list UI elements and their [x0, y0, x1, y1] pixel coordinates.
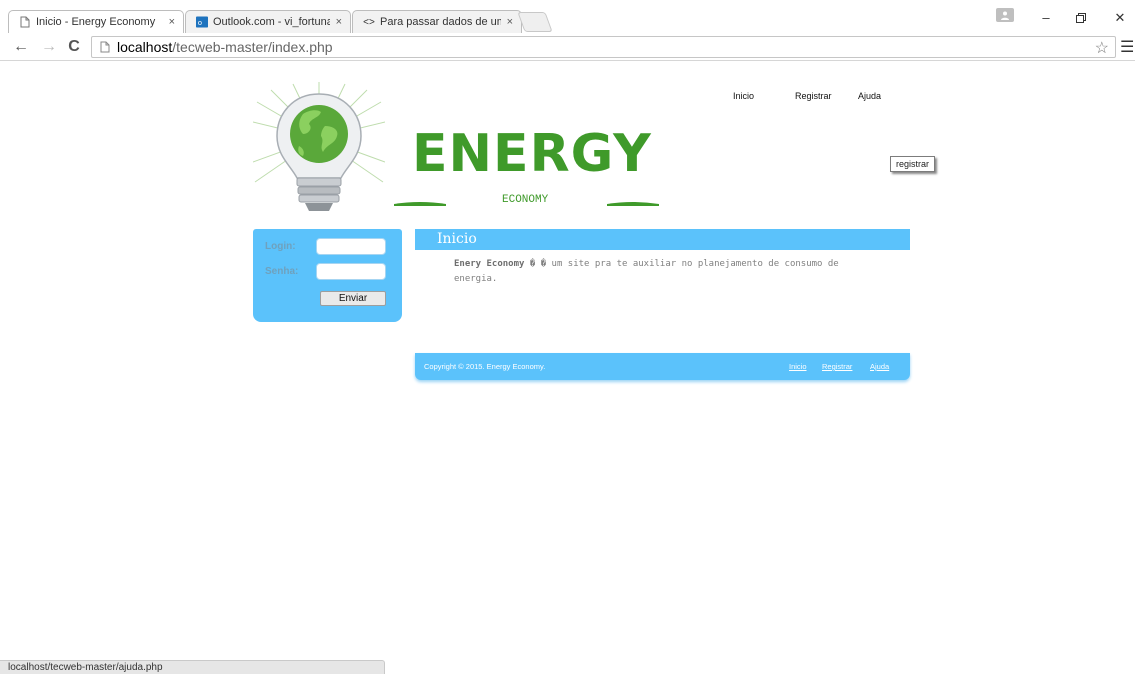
login-input[interactable]	[316, 238, 386, 255]
nav-link-registrar[interactable]: Registrar	[795, 91, 832, 101]
star-icon[interactable]: ☆	[1095, 38, 1109, 58]
page-icon	[98, 40, 112, 54]
copyright-text: Copyright © 2015. Energy Economy.	[424, 362, 546, 371]
url-text: localhost/tecweb-master/index.php	[117, 39, 333, 55]
tab-inicio[interactable]: Inicio - Energy Economy ×	[8, 10, 184, 33]
grass-decoration-right	[607, 202, 659, 206]
footer: Copyright © 2015. Energy Economy. Inicio…	[415, 353, 910, 380]
tab-title: Para passar dados de um	[380, 16, 501, 28]
brand-subtitle: ECONOMY	[502, 194, 549, 206]
address-bar[interactable]: localhost/tecweb-master/index.php ☆	[91, 36, 1116, 58]
password-input[interactable]	[316, 263, 386, 280]
tab-title: Inicio - Energy Economy	[36, 16, 156, 28]
menu-icon[interactable]: ☰	[1120, 37, 1134, 57]
reload-icon[interactable]: C	[65, 37, 83, 57]
browser-toolbar: ← → C localhost/tecweb-master/index.php …	[0, 33, 1135, 61]
login-panel: Login: Senha: Enviar	[253, 229, 402, 322]
user-icon[interactable]	[996, 8, 1014, 22]
nav-link-ajuda[interactable]: Ajuda	[858, 91, 881, 101]
content-header: Inicio	[415, 229, 910, 250]
page-title: Inicio	[437, 231, 477, 247]
tab-close-icon[interactable]: ×	[336, 16, 342, 28]
tab-outlook[interactable]: o Outlook.com - vi_fortunat ×	[185, 10, 351, 33]
nav-link-inicio[interactable]: Inicio	[733, 91, 754, 101]
brand-name-text: Enery Economy	[454, 259, 525, 269]
login-label: Login:	[265, 241, 296, 252]
forward-arrow-icon[interactable]: →	[40, 37, 58, 57]
web-page: ENERGY ECONOMY Inicio Registrar Ajuda re…	[0, 62, 1135, 674]
svg-text:o: o	[198, 18, 202, 27]
outlook-icon: o	[196, 16, 208, 28]
restore-icon[interactable]	[1071, 8, 1091, 28]
tab-strip: Inicio - Energy Economy × o Outlook.com …	[0, 0, 1135, 33]
tab-title: Outlook.com - vi_fortunat	[213, 16, 330, 28]
close-icon[interactable]: ✕	[1110, 8, 1130, 28]
footer-link-ajuda[interactable]: Ajuda	[870, 362, 889, 371]
code-icon: <>	[363, 16, 375, 28]
footer-link-inicio[interactable]: Inicio	[789, 362, 807, 371]
brand-title: ENERGY	[412, 124, 652, 184]
lightbulb-globe-logo	[252, 82, 386, 217]
tab-close-icon[interactable]: ×	[169, 16, 175, 28]
tab-para-passar[interactable]: <> Para passar dados de um ×	[352, 10, 522, 33]
grass-decoration-left	[394, 202, 446, 206]
enviar-button[interactable]: Enviar	[320, 291, 386, 306]
password-label: Senha:	[265, 266, 299, 277]
browser-window: Inicio - Energy Economy × o Outlook.com …	[0, 0, 1135, 674]
minimize-icon[interactable]: –	[1036, 8, 1056, 28]
content-text: Enery Economy � � um site pra te auxilia…	[454, 257, 864, 287]
back-arrow-icon[interactable]: ←	[12, 37, 30, 57]
footer-link-registrar[interactable]: Registrar	[822, 362, 852, 371]
tab-close-icon[interactable]: ×	[507, 16, 513, 28]
status-bar-url: localhost/tecweb-master/ajuda.php	[0, 660, 385, 674]
page-icon	[19, 16, 31, 28]
registrar-button[interactable]: registrar	[890, 156, 936, 172]
new-tab-button[interactable]	[517, 12, 553, 32]
